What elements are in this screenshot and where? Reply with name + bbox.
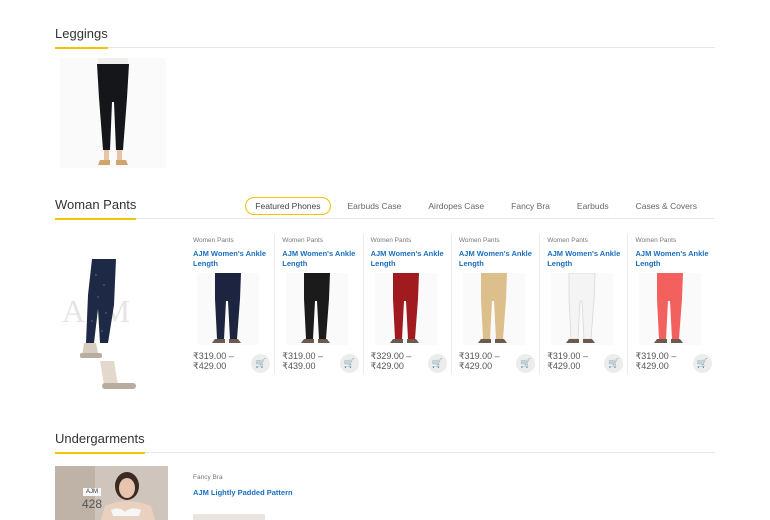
pant-figure (551, 273, 614, 345)
leggings-figure (97, 58, 129, 165)
pant-figure (462, 273, 525, 345)
product-image[interactable] (374, 273, 437, 345)
section-title-woman-pants: Woman Pants (55, 197, 137, 220)
product-card[interactable]: Women Pants AJM Women's Ankle Length ₹31… (450, 234, 539, 374)
product-name-link[interactable]: AJM Women's Ankle Length (282, 249, 356, 270)
tab-cases-covers[interactable]: Cases & Covers (626, 197, 707, 215)
undergarments-tag: AJM (83, 488, 101, 496)
product-category: Women Pants (458, 237, 500, 244)
product-image[interactable] (286, 273, 349, 345)
product-category: Fancy Bra (193, 474, 223, 481)
tab-airdopes-case[interactable]: Airdopes Case (418, 197, 494, 215)
product-card[interactable]: Women Pants AJM Women's Ankle Length ₹31… (539, 234, 627, 374)
product-category: Women Pants (193, 237, 234, 244)
pant-figure (639, 273, 702, 345)
product-name-link[interactable]: AJM Women's Ankle Length (193, 249, 268, 270)
section-leggings-header: Leggings (55, 25, 715, 49)
product-category: Women Pants (282, 237, 324, 244)
product-name-link[interactable]: AJM Women's Ankle Length (635, 249, 709, 270)
woman-pants-feature-image[interactable]: AJM (58, 235, 168, 400)
product-category: Women Pants (547, 237, 588, 244)
leggings-product-image[interactable] (60, 58, 166, 168)
product-image[interactable] (197, 273, 259, 345)
section-title-leggings: Leggings (55, 26, 108, 49)
cart-icon[interactable]: 🛒 (339, 354, 359, 373)
product-image[interactable] (551, 273, 614, 345)
product-image[interactable] (639, 273, 702, 345)
product-carousel: Women Pants AJM Women's Ankle Length ₹31… (186, 234, 716, 374)
tab-featured-phones[interactable]: Featured Phones (245, 197, 331, 215)
woman-pants-figure (80, 259, 136, 389)
product-category: Women Pants (635, 237, 677, 244)
product-card[interactable]: Women Pants AJM Women's Ankle Length ₹31… (274, 234, 362, 374)
cart-icon[interactable]: 🛒 (427, 354, 447, 373)
product-name-link[interactable]: AJM Lightly Padded Pattern (193, 488, 313, 498)
product-image[interactable] (462, 273, 525, 345)
category-tabs: Featured Phones Earbuds Case Airdopes Ca… (238, 197, 707, 215)
pant-figure (286, 273, 349, 345)
pant-figure (374, 273, 437, 345)
pant-figure (197, 273, 259, 345)
tab-earbuds[interactable]: Earbuds (567, 197, 619, 215)
product-name-link[interactable]: AJM Women's Ankle Length (371, 249, 445, 270)
undergarments-figure (55, 466, 168, 520)
undergarments-product-card[interactable]: Fancy Bra AJM Lightly Padded Pattern (193, 474, 313, 498)
cart-icon[interactable]: 🛒 (692, 354, 712, 373)
undergarments-product-image[interactable] (193, 514, 265, 520)
product-name-link[interactable]: AJM Women's Ankle Length (459, 249, 533, 270)
product-card[interactable]: Women Pants AJM Women's Ankle Length ₹31… (627, 234, 715, 374)
undergarments-number: 428 (82, 497, 103, 511)
section-title-undergarments: Undergarments (55, 431, 145, 454)
product-card[interactable]: Women Pants AJM Women's Ankle Length ₹32… (362, 234, 451, 374)
section-woman-pants-header: Woman Pants Featured Phones Earbuds Case… (55, 196, 715, 220)
undergarments-feature-image[interactable]: AJM 428 (55, 466, 168, 520)
product-card[interactable]: Women Pants AJM Women's Ankle Length ₹31… (186, 234, 274, 374)
product-name-link[interactable]: AJM Women's Ankle Length (547, 249, 621, 270)
product-category: Women Pants (370, 237, 412, 244)
tab-fancy-bra[interactable]: Fancy Bra (501, 197, 560, 215)
section-undergarments-header: Undergarments (55, 430, 715, 454)
tab-earbuds-case[interactable]: Earbuds Case (338, 197, 412, 215)
